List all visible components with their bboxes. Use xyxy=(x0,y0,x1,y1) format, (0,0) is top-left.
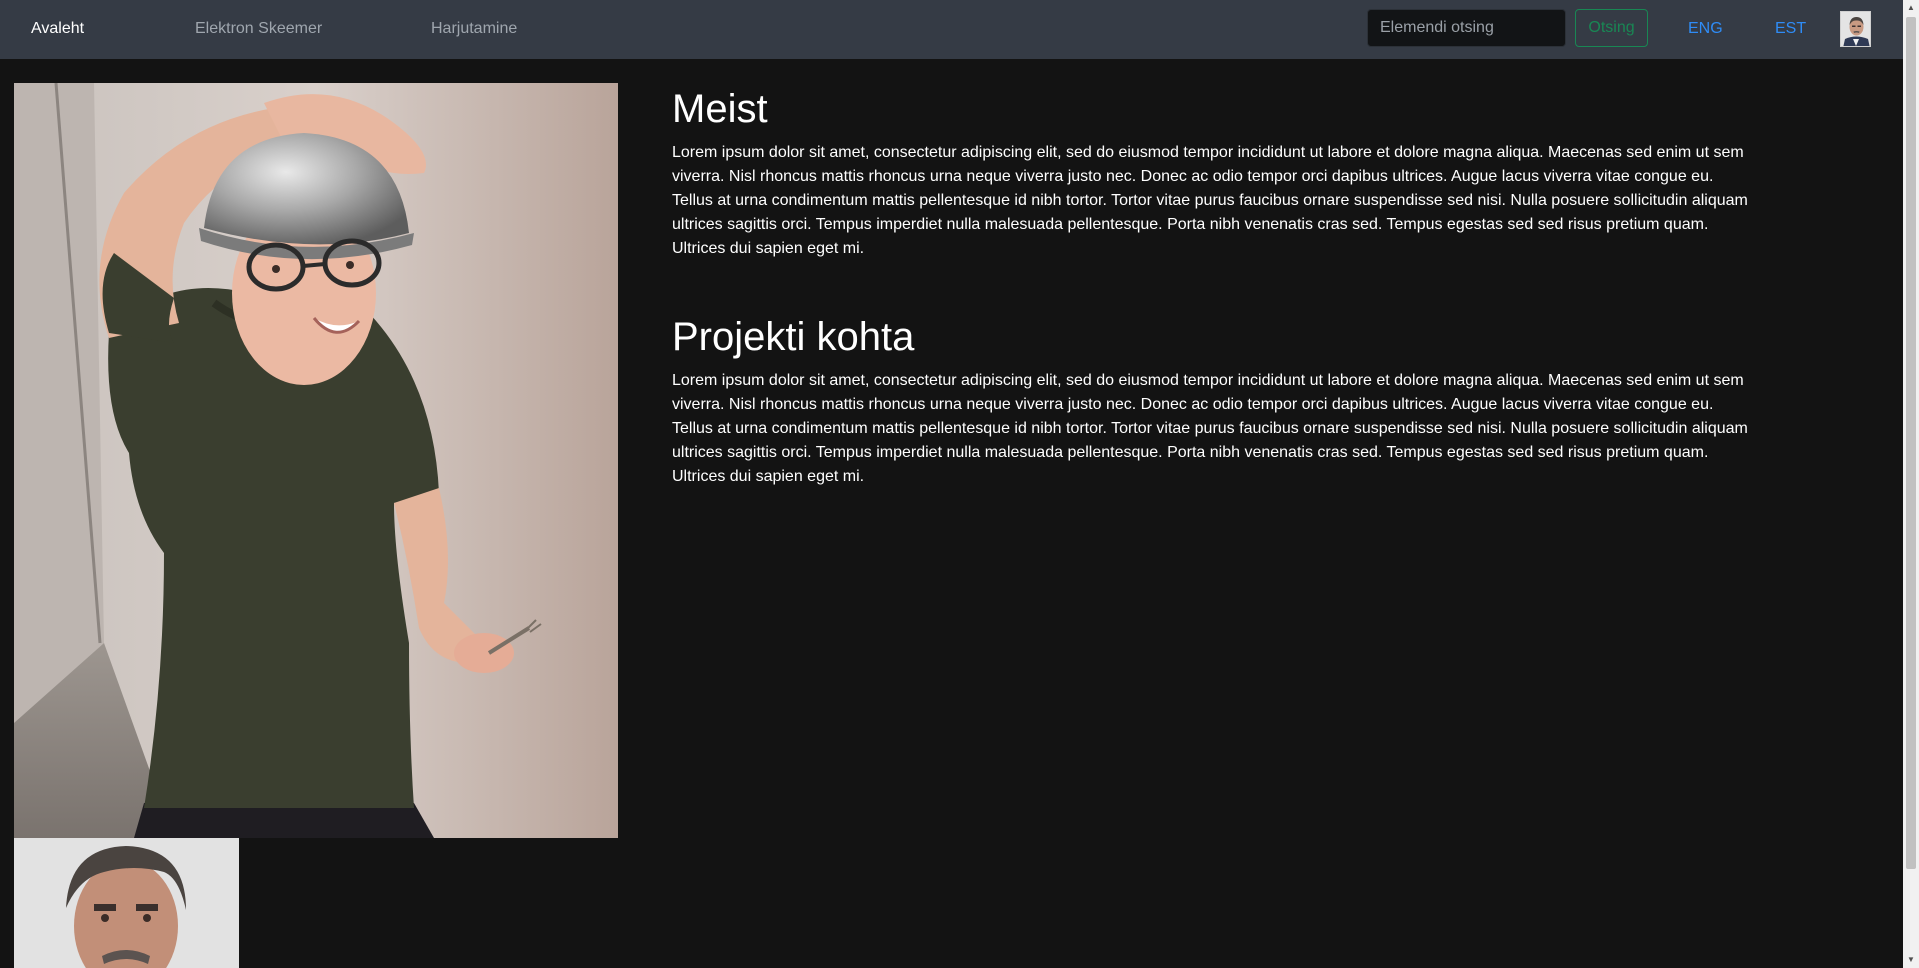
lang-eng-link[interactable]: ENG xyxy=(1688,0,1723,59)
user-photo-icon xyxy=(1841,12,1870,46)
page: Avaleht Elektron Skeemer Harjutamine Ots… xyxy=(0,0,1919,968)
nav-practice-link[interactable]: Harjutamine xyxy=(431,0,517,59)
page-scrollbar[interactable]: ▲ ▼ xyxy=(1903,0,1919,968)
nav-circuits-link[interactable]: Elektron Skeemer xyxy=(195,0,322,59)
user-avatar[interactable] xyxy=(1840,11,1871,47)
lang-est-link[interactable]: EST xyxy=(1775,0,1806,59)
search-input[interactable] xyxy=(1367,9,1566,47)
about-text: Lorem ipsum dolor sit amet, consectetur … xyxy=(672,144,1748,257)
top-navbar: Avaleht Elektron Skeemer Harjutamine Ots… xyxy=(0,0,1903,59)
nav-home-link[interactable]: Avaleht xyxy=(31,0,84,59)
project-text: Lorem ipsum dolor sit amet, consectetur … xyxy=(672,372,1748,485)
scroll-thumb[interactable] xyxy=(1906,17,1916,869)
about-title: Meist xyxy=(672,87,768,131)
scroll-up-arrow-icon[interactable]: ▲ xyxy=(1903,0,1919,16)
project-section: Projekti kohta Lorem ipsum dolor sit ame… xyxy=(672,313,1752,489)
person-portrait-icon xyxy=(14,838,239,968)
person-photo-icon xyxy=(14,83,618,838)
about-section: Meist Lorem ipsum dolor sit amet, consec… xyxy=(672,85,1752,261)
team-photo-main xyxy=(14,83,618,838)
scroll-down-arrow-icon[interactable]: ▼ xyxy=(1903,952,1919,968)
project-title: Projekti kohta xyxy=(672,315,915,359)
team-photo-second xyxy=(14,838,239,968)
search-button[interactable]: Otsing xyxy=(1575,9,1648,47)
content-column: Meist Lorem ipsum dolor sit amet, consec… xyxy=(672,83,1752,489)
